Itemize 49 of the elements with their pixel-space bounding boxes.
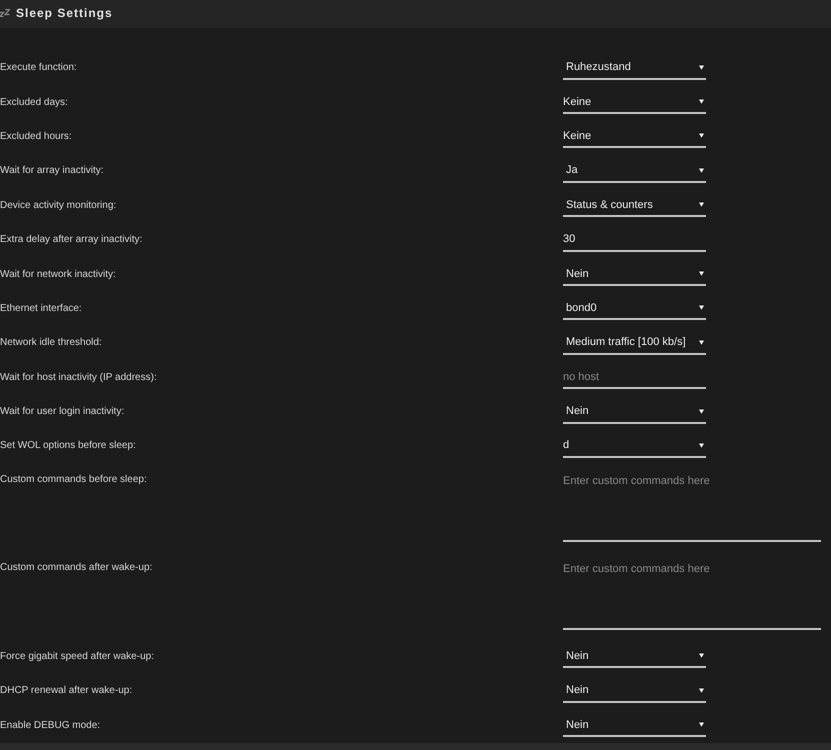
setting-label: Custom commands after wake-up: xyxy=(0,562,152,574)
caret-icon xyxy=(699,340,704,345)
setting-label: Extra delay after array inactivity: xyxy=(0,234,142,246)
dropdown[interactable]: Keine xyxy=(563,125,706,148)
dropdown[interactable]: Nein xyxy=(563,400,706,424)
caret-icon xyxy=(699,688,704,693)
setting-label: Wait for network inactivity: xyxy=(0,268,116,281)
caret-icon xyxy=(699,442,704,448)
dropdown[interactable]: Nein xyxy=(563,680,706,703)
setting-label: Enable DEBUG mode: xyxy=(0,720,100,732)
dropdown[interactable]: Nein xyxy=(563,714,706,738)
dropdown[interactable]: Status & counters xyxy=(563,194,706,218)
setting-label: Custom commands before sleep: xyxy=(0,474,147,486)
dropdown[interactable]: Nein xyxy=(563,645,706,668)
dropdown[interactable]: Keine xyxy=(563,91,706,114)
setting-label: Excluded days: xyxy=(0,96,68,109)
caret-icon xyxy=(699,202,704,208)
text-area[interactable]: Enter custom commands here xyxy=(563,558,821,630)
setting-label: Wait for array inactivity: xyxy=(0,165,104,178)
caret-icon xyxy=(699,722,704,728)
input-field[interactable]: no host xyxy=(563,366,706,390)
setting-label: Network idle threshold: xyxy=(0,337,102,350)
dropdown[interactable]: d xyxy=(563,434,706,458)
dropdown[interactable]: Ruhezustand xyxy=(563,56,706,80)
caret-icon xyxy=(699,64,704,70)
caret-icon xyxy=(699,653,704,658)
setting-label: Device activity monitoring: xyxy=(0,200,116,212)
setting-label: Ethernet interface: xyxy=(0,302,82,315)
caret-icon xyxy=(699,271,704,276)
setting-label: Excluded hours: xyxy=(0,130,72,143)
dropdown[interactable]: Nein xyxy=(563,263,706,286)
input-field[interactable]: 30 xyxy=(563,228,706,252)
setting-label: Wait for host inactivity (IP address): xyxy=(0,372,157,384)
dropdown[interactable]: bond0 xyxy=(563,297,706,320)
caret-icon xyxy=(699,408,704,414)
caret-icon xyxy=(699,133,704,138)
caret-icon xyxy=(699,168,704,173)
setting-label: Force gigabit speed after wake-up: xyxy=(0,650,154,663)
setting-label: Set WOL options before sleep: xyxy=(0,440,136,452)
panel-title: Sleep Settings xyxy=(16,6,113,20)
dropdown[interactable]: Medium traffic [100 kb/s] xyxy=(563,332,706,355)
caret-icon xyxy=(699,305,704,310)
sleep-icon xyxy=(0,8,10,16)
setting-label: Execute function: xyxy=(0,62,77,74)
caret-icon xyxy=(699,99,704,104)
dropdown[interactable]: Ja xyxy=(563,160,706,183)
setting-label: DHCP renewal after wake-up: xyxy=(0,685,132,698)
setting-label: Wait for user login inactivity: xyxy=(0,406,124,418)
text-area[interactable]: Enter custom commands here xyxy=(563,470,821,542)
